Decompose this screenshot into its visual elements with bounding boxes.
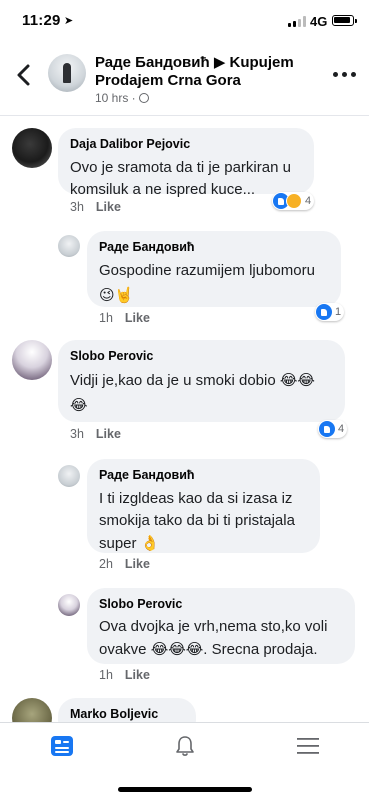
post-header: Раде Бандовић ▶ Kupujem Prodajem Crna Go… (0, 44, 369, 116)
comment-author[interactable]: Slobo Perovic (70, 348, 333, 364)
comment-time: 1h (99, 668, 113, 682)
comment-text: I ti izgldeas kao da si izasa iz smokija… (99, 488, 308, 555)
comment-bubble[interactable]: Daja Dalibor Pejovic Ovo je sramota da t… (58, 128, 314, 198)
battery-icon (332, 15, 357, 26)
reactions-badge[interactable]: 1 (315, 303, 345, 321)
comment-author[interactable]: Slobo Perovic (99, 596, 343, 612)
comment-emoji: 😂😂 (279, 371, 315, 389)
reaction-count: 1 (335, 306, 342, 318)
status-bar: 11:29 ➤ 4G (0, 0, 369, 44)
like-reaction-icon (319, 421, 335, 437)
comment-emoji: 😉🤘 (99, 286, 134, 304)
post-title[interactable]: Раде Бандовић ▶ Kupujem Prodajem Crna Go… (95, 54, 305, 90)
comment-text: Ovo je sramota da ti je parkiran u komsi… (70, 159, 291, 198)
comment-author[interactable]: Раде Бандовић (99, 467, 308, 483)
tab-feed[interactable] (0, 723, 123, 773)
reaction-count: 4 (305, 195, 312, 207)
avatar[interactable] (12, 128, 52, 168)
comment-bubble[interactable]: Slobo Perovic Vidji je,kao da je u smoki… (58, 340, 345, 422)
comment-time: 3h (70, 427, 84, 441)
reaction-count: 4 (338, 423, 345, 435)
avatar[interactable] (58, 465, 80, 487)
comment-actions: 3h Like (70, 200, 121, 214)
comment-author[interactable]: Daja Dalibor Pejovic (70, 136, 302, 152)
comment-actions: 1h Like (99, 311, 150, 325)
globe-icon (138, 93, 149, 103)
signal-icon (288, 16, 306, 27)
post-time: 10 hrs · (95, 91, 136, 105)
comment-time: 1h (99, 311, 113, 325)
comment-author[interactable]: Раде Бандовић (99, 239, 329, 255)
like-reaction-icon (316, 304, 332, 320)
author-avatar[interactable] (48, 54, 86, 92)
comment-emoji: 👌 (140, 534, 160, 552)
comment-actions: 3h Like (70, 427, 121, 441)
home-indicator (118, 787, 252, 792)
comment-bubble[interactable]: Раде Бандовић I ti izgldeas kao da si iz… (87, 459, 320, 553)
avatar[interactable] (58, 594, 80, 616)
comment-actions: 1h Like (99, 668, 150, 682)
like-button[interactable]: Like (96, 200, 121, 214)
bottom-nav (0, 722, 369, 800)
bell-icon (176, 736, 194, 756)
back-arrow-icon[interactable] (12, 60, 36, 90)
avatar[interactable] (58, 235, 80, 257)
comment-time: 3h (70, 200, 84, 214)
comment-time: 2h (99, 557, 113, 571)
comment-emoji: 😂 (70, 396, 88, 414)
post-meta: 10 hrs · (95, 91, 149, 105)
tab-notifications[interactable] (123, 723, 246, 773)
comment-text: Vidji je,kao da je u smoki dobio 😂😂 (70, 369, 333, 392)
comment-bubble[interactable]: Slobo Perovic Ova dvojka je vrh,nema sto… (87, 588, 355, 664)
reactions-badge[interactable]: 4 (318, 420, 348, 438)
tab-menu[interactable] (246, 723, 369, 773)
comment-text-end: . Srecna prodaja. (203, 641, 318, 658)
reactions-badge[interactable]: 4 (272, 192, 315, 210)
comment-emoji: 😂😂😂 (150, 640, 204, 658)
comment-author[interactable]: Marko Boljevic (70, 706, 184, 722)
haha-reaction-icon (286, 193, 302, 209)
like-button[interactable]: Like (125, 668, 150, 682)
comment-text-main: I ti izgldeas kao da si izasa iz smokija… (99, 490, 295, 552)
menu-icon (297, 738, 319, 754)
network-label: 4G (310, 14, 328, 29)
like-button[interactable]: Like (125, 311, 150, 325)
comment-text: Ova dvojka je vrh,nema sto,ko voli ovakv… (99, 616, 343, 661)
avatar[interactable] (12, 340, 52, 380)
comment-text-main: Vidji je,kao da je u smoki dobio (70, 372, 276, 389)
location-arrow-icon: ➤ (64, 15, 74, 27)
more-options-icon[interactable] (333, 72, 357, 80)
feed-icon (51, 736, 73, 756)
status-time: 11:29 (22, 12, 61, 29)
like-button[interactable]: Like (125, 557, 150, 571)
comment-bubble[interactable]: Раде Бандовић Gospodine razumijem ljubom… (87, 231, 341, 307)
comment-actions: 2h Like (99, 557, 150, 571)
like-button[interactable]: Like (96, 427, 121, 441)
comment-text: Gospodine razumijem ljubomoru (99, 262, 315, 279)
